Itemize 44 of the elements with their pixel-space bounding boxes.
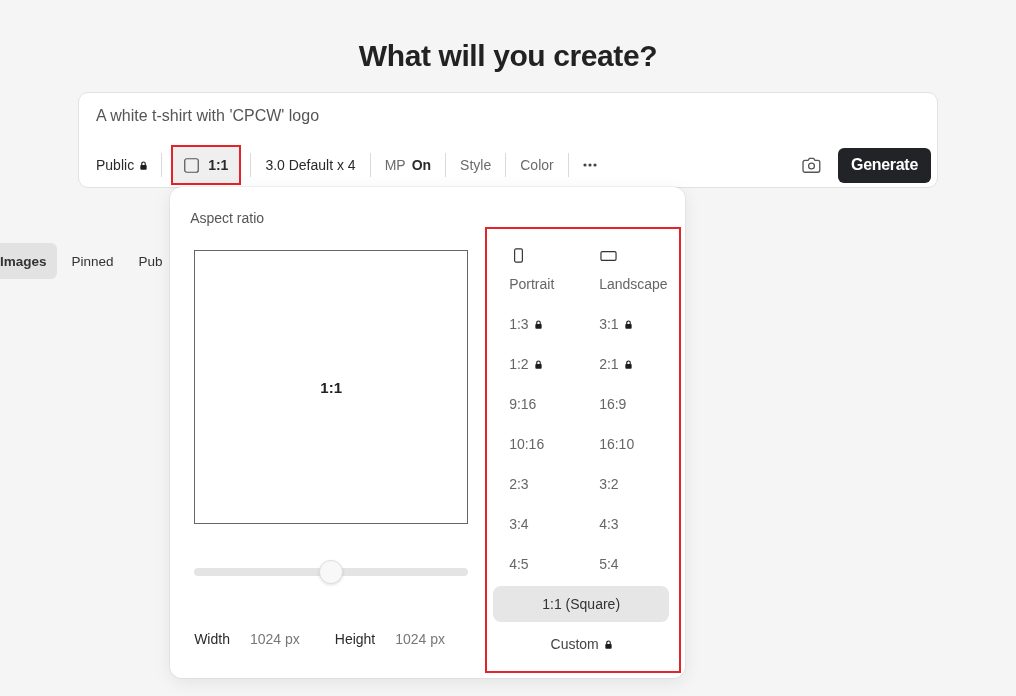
ratio-option[interactable]: 16:9	[599, 394, 627, 414]
ratio-option[interactable]: 16:10	[599, 434, 635, 454]
landscape-icon	[600, 251, 618, 261]
visibility-button[interactable]: Public	[96, 156, 148, 174]
ratio-option[interactable]: 2:1	[599, 354, 632, 374]
dimension-value: 1024 px	[249, 630, 300, 648]
ratio-option[interactable]: 4:3	[599, 514, 619, 534]
ratio-option[interactable]: 4:5	[509, 554, 529, 574]
orientation-label: Portrait	[509, 275, 555, 293]
tab[interactable]: Pub	[128, 243, 173, 279]
ratio-option[interactable]: 1:3	[509, 314, 542, 334]
preview-label: 1:1	[320, 378, 342, 396]
portrait-icon	[514, 248, 524, 263]
ratio-option[interactable]: 1:1 (Square)	[493, 586, 670, 622]
ratio-option[interactable]: 3:4	[509, 514, 529, 534]
dimension-label: Height	[334, 630, 376, 648]
camera-icon	[802, 157, 822, 173]
camera-button[interactable]	[802, 157, 822, 173]
ratio-option[interactable]: 3:2	[599, 474, 619, 494]
aspect-ratio-button[interactable]: 1:1	[171, 145, 242, 185]
page-heading: What will you create?	[358, 38, 658, 74]
more-button[interactable]	[582, 163, 597, 167]
ratio-option[interactable]: 9:16	[509, 394, 537, 414]
toolbar-button[interactable]: Color	[520, 156, 554, 174]
dimension-label: Width	[194, 630, 230, 648]
tab[interactable]: Pinned	[61, 243, 124, 279]
generate-button[interactable]: Generate	[838, 147, 931, 183]
toggle-button[interactable]: MP On	[384, 156, 432, 174]
orientation-label: Landscape	[599, 275, 668, 293]
ratio-option[interactable]: Custom	[550, 634, 612, 654]
prompt-field[interactable]: A white t-shirt with 'CPCW' logo	[96, 104, 931, 128]
popup-title: Aspect ratio	[190, 209, 266, 227]
ratio-option[interactable]: 1:2	[509, 354, 542, 374]
square-icon	[184, 157, 200, 173]
slider-thumb[interactable]	[319, 560, 344, 584]
tab[interactable]: Images	[0, 243, 57, 279]
toolbar-button[interactable]: Style	[460, 156, 492, 174]
more-icon	[582, 163, 597, 167]
ratio-option[interactable]: 3:1	[599, 314, 632, 334]
ratio-option[interactable]: 2:3	[509, 474, 529, 494]
ratio-option[interactable]: 10:16	[509, 434, 545, 454]
setting-button[interactable]: 3.0 Default x 4	[265, 156, 356, 174]
dimension-value: 1024 px	[395, 630, 446, 648]
ratio-option[interactable]: 5:4	[599, 554, 619, 574]
